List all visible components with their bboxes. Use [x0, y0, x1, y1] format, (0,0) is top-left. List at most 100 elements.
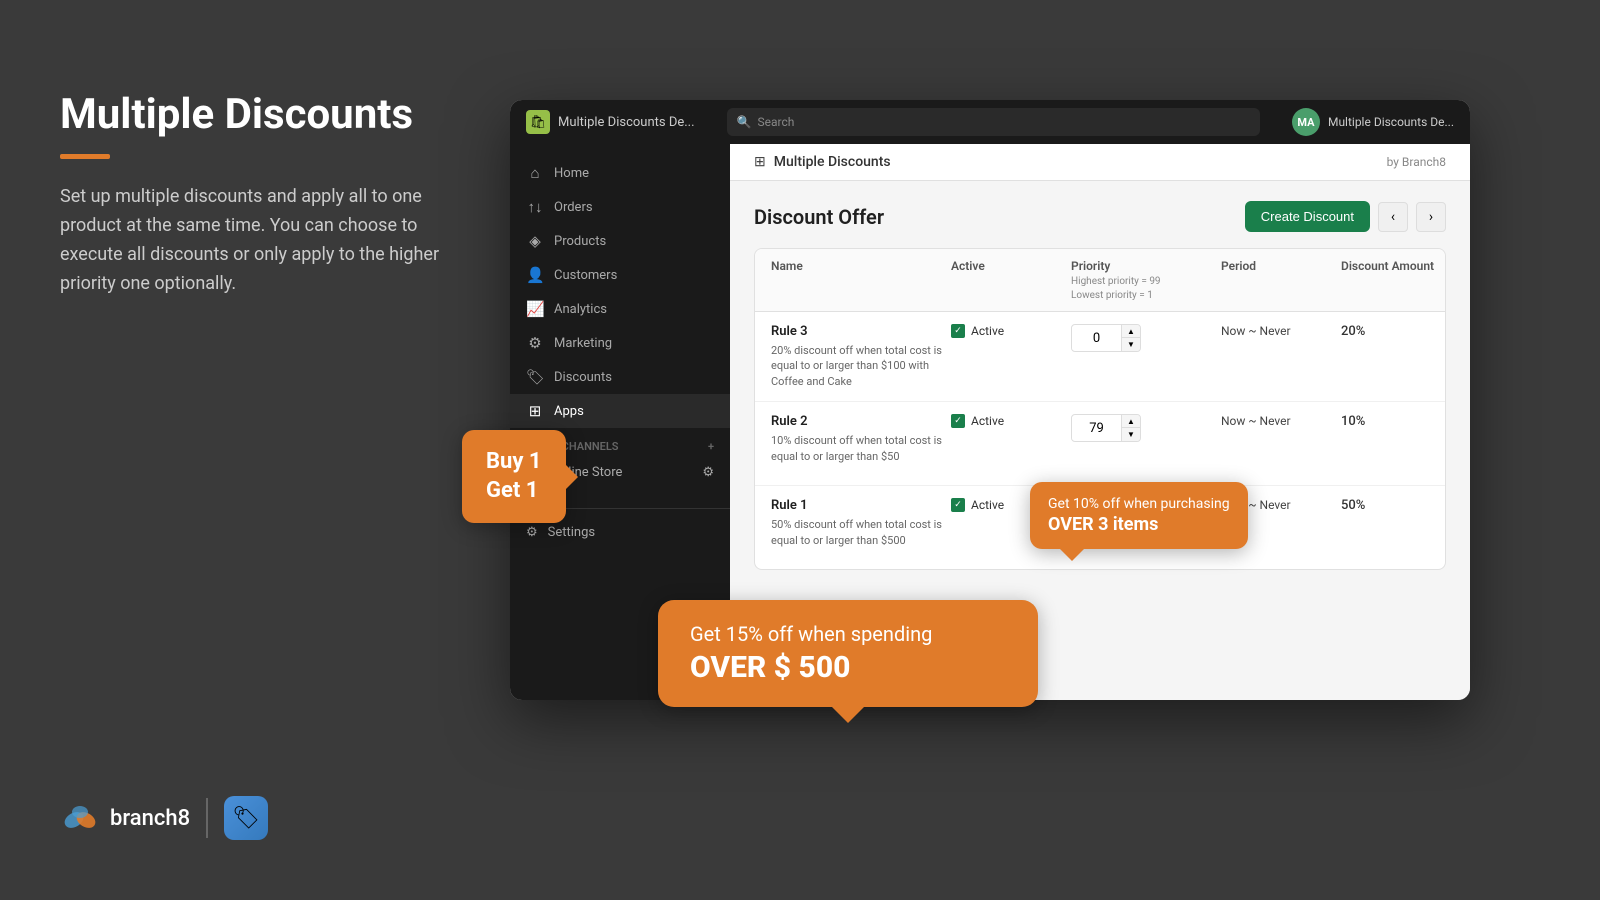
rule3-desc: 20% discount off when total cost is equa… — [771, 343, 951, 389]
callout-15pct-line1: Get 15% off when spending — [690, 622, 932, 646]
sidebar-item-products[interactable]: ◈ Products — [510, 224, 730, 258]
rule3-priority-arrows: ▲ ▼ — [1121, 325, 1140, 351]
rule1-active-label: Active — [971, 498, 1004, 512]
avatar: MA — [1292, 108, 1320, 136]
callout-15pct-line2: OVER $ 500 — [690, 650, 1006, 685]
rule3-amount: 20% — [1341, 324, 1446, 339]
rule2-amount: 10% — [1341, 414, 1446, 429]
create-discount-button[interactable]: Create Discount — [1245, 201, 1370, 232]
left-panel: Multiple Discounts Set up multiple disco… — [60, 90, 480, 299]
rule3-priority-value: 0 — [1072, 327, 1121, 350]
sidebar-label-analytics: Analytics — [554, 302, 607, 317]
callout-10pct: Get 10% off when purchasing OVER 3 items — [1030, 482, 1248, 549]
orders-icon: ↑↓ — [526, 198, 544, 216]
bottom-logos: branch8 🏷 — [60, 796, 268, 840]
rule3-priority-down[interactable]: ▼ — [1122, 338, 1140, 351]
discounts-icon: 🏷 — [526, 368, 544, 386]
rule1-checkbox[interactable]: ✓ — [951, 498, 965, 512]
search-bar[interactable]: 🔍 Search — [727, 108, 1260, 136]
branch8-text: branch8 — [110, 806, 190, 831]
rule3-name: Rule 3 — [771, 324, 951, 339]
discount-header: Discount Offer Create Discount ‹ › — [754, 201, 1446, 232]
breadcrumb-text: Multiple Discounts — [774, 154, 891, 170]
nav-prev-btn[interactable]: ‹ — [1378, 202, 1408, 232]
sidebar-item-customers[interactable]: 👤 Customers — [510, 258, 730, 292]
rule2-active: ✓ Active — [951, 414, 1071, 428]
orange-accent-line — [60, 154, 110, 159]
rule2-desc: 10% discount off when total cost is equa… — [771, 433, 951, 464]
sidebar-item-analytics[interactable]: 📈 Analytics — [510, 292, 730, 326]
online-store-settings-icon: ⚙ — [702, 465, 714, 480]
marketing-icon: ⚙ — [526, 334, 544, 352]
apps-icon: ⊞ — [526, 402, 544, 420]
rule2-checkbox[interactable]: ✓ — [951, 414, 965, 428]
table-header: Name Active Priority Highest priority = … — [755, 249, 1445, 312]
sidebar-label-products: Products — [554, 234, 606, 249]
rule2-priority-up[interactable]: ▲ — [1122, 415, 1140, 428]
search-placeholder: Search — [758, 115, 795, 129]
rule2-name: Rule 2 — [771, 414, 951, 429]
th-name: Name — [771, 259, 951, 301]
breadcrumb-icon: ⊞ — [754, 154, 766, 170]
rule2-active-label: Active — [971, 414, 1004, 428]
rule2-priority-value: 79 — [1072, 417, 1121, 440]
sidebar-item-orders[interactable]: ↑↓ Orders — [510, 190, 730, 224]
rule2-priority-input[interactable]: 79 ▲ ▼ — [1071, 414, 1141, 442]
callout-10pct-line1: Get 10% off when purchasing — [1048, 496, 1230, 512]
nav-next-btn[interactable]: › — [1416, 202, 1446, 232]
add-channel-btn[interactable]: + — [708, 440, 714, 453]
rule1-desc: 50% discount off when total cost is equa… — [771, 517, 951, 548]
customers-icon: 👤 — [526, 266, 544, 284]
settings-label: Settings — [548, 525, 595, 540]
analytics-icon: 📈 — [526, 300, 544, 318]
rule3-checkbox[interactable]: ✓ — [951, 324, 965, 338]
sidebar-label-marketing: Marketing — [554, 336, 612, 351]
callout-buy1-line1: Buy 1 — [486, 448, 542, 477]
sidebar-label-home: Home — [554, 166, 589, 181]
sidebar-item-apps[interactable]: ⊞ Apps — [510, 394, 730, 428]
rule3-period: Now ~ Never — [1221, 324, 1341, 338]
app-icon-symbol: 🏷 — [232, 806, 260, 831]
logo-divider — [206, 798, 208, 838]
sidebar-label-orders: Orders — [554, 200, 593, 215]
page-description: Set up multiple discounts and apply all … — [60, 183, 480, 298]
rule3-name-cell: Rule 3 20% discount off when total cost … — [771, 324, 951, 389]
callout-10pct-line2: OVER 3 items — [1048, 514, 1230, 535]
rule2-name-cell: Rule 2 10% discount off when total cost … — [771, 414, 951, 464]
branch8-icon — [60, 798, 100, 838]
sidebar-item-marketing[interactable]: ⚙ Marketing — [510, 326, 730, 360]
callout-buy1-line2: Get 1 — [486, 477, 542, 506]
rule1-name-cell: Rule 1 50% discount off when total cost … — [771, 498, 951, 548]
rule3-active: ✓ Active — [951, 324, 1071, 338]
settings-icon: ⚙ — [526, 525, 538, 540]
top-bar-right: MA Multiple Discounts De... — [1292, 108, 1454, 136]
branch8-logo: branch8 — [60, 798, 190, 838]
th-discount-amount: Discount Amount — [1341, 259, 1446, 301]
shopify-logo-area: 🛍 Multiple Discounts De... — [526, 110, 695, 134]
products-icon: ◈ — [526, 232, 544, 250]
breadcrumb-left: ⊞ Multiple Discounts — [754, 154, 891, 170]
rule2-priority-cell: 79 ▲ ▼ — [1071, 414, 1221, 442]
store-name: Multiple Discounts De... — [558, 115, 695, 130]
breadcrumb-by: by Branch8 — [1387, 155, 1446, 169]
store-name-right: Multiple Discounts De... — [1328, 115, 1454, 129]
rule2-period: Now ~ Never — [1221, 414, 1341, 428]
top-bar: 🛍 Multiple Discounts De... 🔍 Search MA M… — [510, 100, 1470, 144]
rule3-priority-cell: 0 ▲ ▼ — [1071, 324, 1221, 352]
rule3-priority-up[interactable]: ▲ — [1122, 325, 1140, 338]
breadcrumb-bar: ⊞ Multiple Discounts by Branch8 — [730, 144, 1470, 181]
th-priority: Priority Highest priority = 99 Lowest pr… — [1071, 259, 1221, 301]
sidebar-label-discounts: Discounts — [554, 370, 612, 385]
rule3-priority-input[interactable]: 0 ▲ ▼ — [1071, 324, 1141, 352]
th-period: Period — [1221, 259, 1341, 301]
shopify-bag-icon: 🛍 — [526, 110, 550, 134]
sidebar-item-discounts[interactable]: 🏷 Discounts — [510, 360, 730, 394]
header-actions: Create Discount ‹ › — [1245, 201, 1446, 232]
rule2-priority-arrows: ▲ ▼ — [1121, 415, 1140, 441]
discount-title: Discount Offer — [754, 205, 884, 229]
sidebar-label-apps: Apps — [554, 404, 584, 419]
sidebar-item-home[interactable]: ⌂ Home — [510, 156, 730, 190]
rule3-active-label: Active — [971, 324, 1004, 338]
app-icon: 🏷 — [224, 796, 268, 840]
rule2-priority-down[interactable]: ▼ — [1122, 428, 1140, 441]
